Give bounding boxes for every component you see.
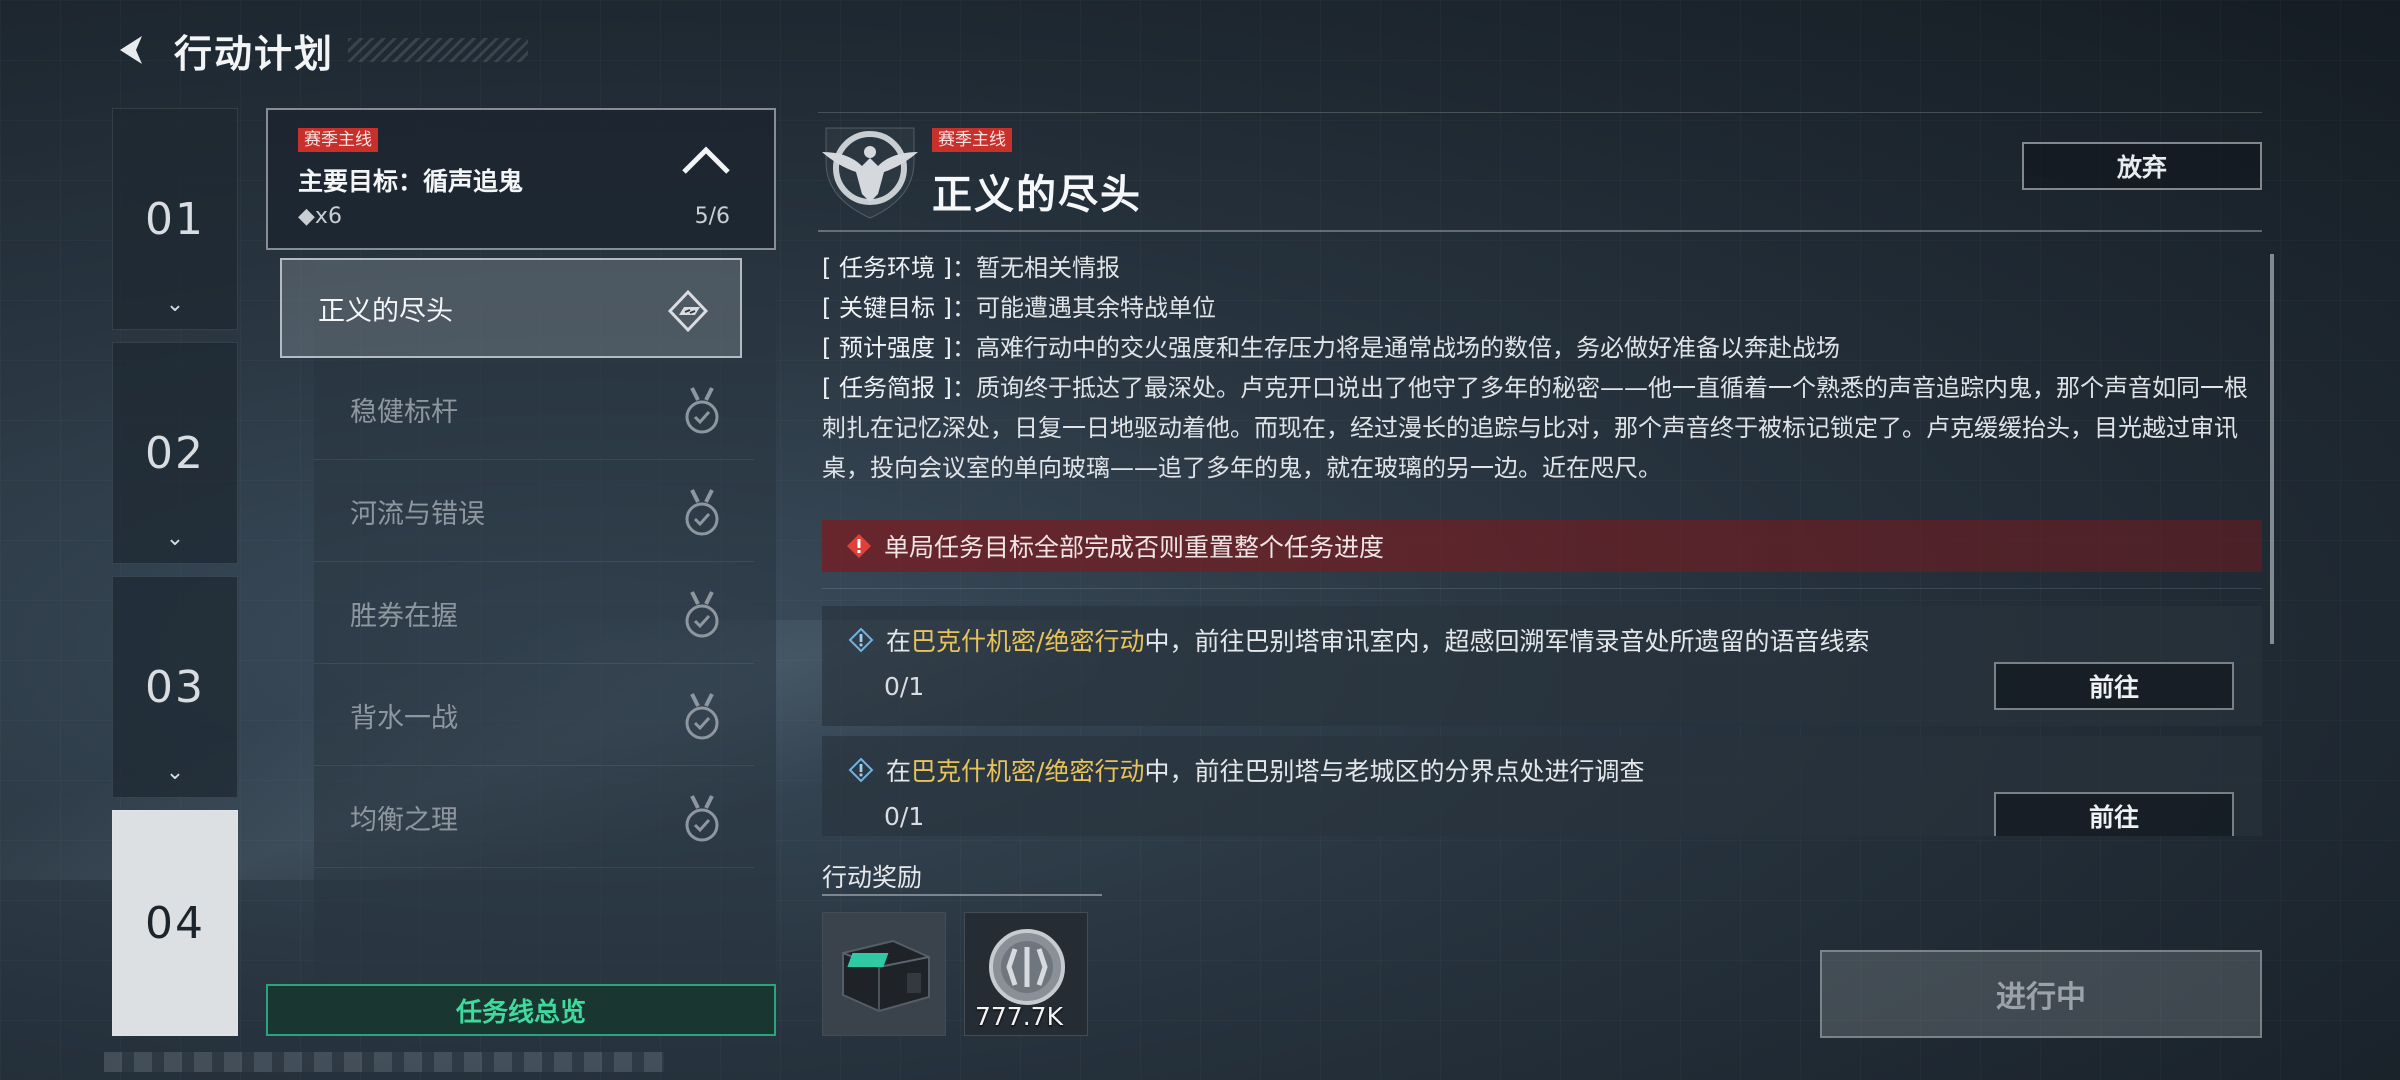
- info-row: [ 任务环境 ]：暂无相关情报: [822, 248, 2252, 288]
- chevron-down-icon: ⌄: [165, 526, 185, 551]
- divider: [822, 894, 1102, 896]
- main-goal: 主要目标：循声追鬼: [298, 167, 524, 196]
- scrollbar[interactable]: [2270, 254, 2274, 644]
- completed-medal-icon: [685, 591, 719, 638]
- footer-placeholder: [104, 1052, 664, 1072]
- chapter-tab-02[interactable]: 02 ⌄: [112, 342, 238, 564]
- info-separator: ：: [951, 374, 976, 402]
- mission-detail-panel: 赛季主线 正义的尽头 放弃 [ 任务环境 ]：暂无相关情报 [ 关键目标 ]：可…: [818, 112, 2274, 1062]
- info-diamond-icon: [848, 757, 874, 783]
- completed-medal-icon: [685, 795, 719, 842]
- info-value: 暂无相关情报: [975, 254, 1120, 282]
- task-item: 在巴克什机密/绝密行动中，前往巴别塔审讯室内，超感回溯军情录音处所遗留的语音线索…: [822, 606, 2262, 726]
- abandon-button[interactable]: 放弃: [2022, 142, 2262, 190]
- divider: [818, 112, 2262, 113]
- mission-item[interactable]: 均衡之理: [314, 768, 754, 868]
- reward-label: 行动奖励: [822, 863, 923, 892]
- diamond-count: ◆x6: [298, 204, 342, 229]
- reward-item[interactable]: 777.7K: [964, 912, 1088, 1036]
- task-count: 0/1: [884, 672, 925, 701]
- mission-item[interactable]: 胜券在握: [314, 564, 754, 664]
- task-description: 在巴克什机密/绝密行动中，前往巴别塔审讯室内，超感回溯军情录音处所遗留的语音线索: [848, 622, 1869, 658]
- mission-briefing: 质询终于抵达了最深处。卢克开口说出了他守了多年的秘密——他一直循着一个熟悉的声音…: [822, 374, 2248, 482]
- info-key: [ 预计强度 ]: [822, 334, 952, 362]
- mission-label: 正义的尽头: [318, 295, 453, 327]
- completed-medal-icon: [685, 693, 719, 740]
- warning-banner: 单局任务目标全部完成否则重置整个任务进度: [822, 520, 2262, 572]
- questline-progress: 5/6: [694, 204, 730, 229]
- chevron-up-icon[interactable]: [678, 140, 734, 180]
- chapter-tab-01[interactable]: 01 ⌄: [112, 108, 238, 330]
- info-key: [ 关键目标 ]: [822, 294, 952, 322]
- info-row: [ 关键目标 ]：可能遭遇其余特战单位: [822, 288, 2252, 328]
- task-text: 中，前往巴别塔审讯室内，超感回溯军情录音处所遗留的语音线索: [1144, 627, 1870, 656]
- in-progress-button[interactable]: 进行中: [1820, 950, 2262, 1038]
- header: 行动计划: [110, 22, 529, 78]
- info-key: [ 任务简报 ]: [822, 374, 952, 402]
- info-value: 可能遭遇其余特战单位: [975, 294, 1216, 322]
- info-separator: ：: [951, 294, 976, 322]
- chapter-tab-04[interactable]: 04: [112, 810, 238, 1036]
- mission-item[interactable]: 背水一战: [314, 666, 754, 766]
- reward-quantity: 777.7K: [975, 1002, 1063, 1031]
- in-progress-icon: [667, 289, 709, 333]
- info-separator: ：: [951, 254, 976, 282]
- mission-label: 河流与错误: [350, 499, 485, 530]
- task-description: 在巴克什机密/绝密行动中，前往巴别塔与老城区的分界点处进行调查: [848, 752, 1644, 788]
- back-arrow-icon: [120, 36, 142, 64]
- chapter-number: 03: [145, 661, 205, 713]
- task-item: 在巴克什机密/绝密行动中，前往巴别塔与老城区的分界点处进行调查 0/1 前往: [822, 736, 2262, 836]
- task-location-highlight: 巴克什机密/绝密行动: [911, 627, 1145, 656]
- back-button[interactable]: [110, 28, 154, 72]
- mission-label: 背水一战: [350, 703, 458, 734]
- completed-medal-icon: [685, 489, 719, 536]
- chevron-down-icon: ⌄: [165, 292, 185, 317]
- equipment-case-icon: [823, 913, 945, 1035]
- mission-label: 稳健标杆: [350, 397, 458, 428]
- task-list: 在巴克什机密/绝密行动中，前往巴别塔审讯室内，超感回溯军情录音处所遗留的语音线索…: [822, 606, 2262, 836]
- mission-list: 正义的尽头 稳健标杆 河流与错误 胜券在握 背水一战 均衡之理: [280, 258, 776, 980]
- mission-info: [ 任务环境 ]：暂无相关情报 [ 关键目标 ]：可能遭遇其余特战单位 [ 预计…: [822, 248, 2252, 488]
- chapter-tab-03[interactable]: 03 ⌄: [112, 576, 238, 798]
- title-decoration: [348, 38, 529, 62]
- task-location-highlight: 巴克什机密/绝密行动: [911, 757, 1145, 786]
- mission-item[interactable]: 稳健标杆: [314, 360, 754, 460]
- chapter-number: 04: [145, 897, 205, 949]
- task-text: 在: [886, 627, 912, 656]
- warning-icon: [847, 534, 871, 558]
- divider: [822, 588, 2262, 589]
- info-value: 高难行动中的交火强度和生存压力将是通常战场的数倍，务必做好准备以奔赴战场: [975, 334, 1840, 362]
- info-row: [ 预计强度 ]：高难行动中的交火强度和生存压力将是通常战场的数倍，务必做好准备…: [822, 328, 2252, 368]
- chevron-down-icon: ⌄: [165, 760, 185, 785]
- reward-item[interactable]: [822, 912, 946, 1036]
- season-main-tag: 赛季主线: [932, 128, 1012, 152]
- questline-overview-button[interactable]: 任务线总览: [266, 984, 776, 1036]
- info-separator: ：: [951, 334, 976, 362]
- page-title: 行动计划: [174, 31, 335, 76]
- task-text: 在: [886, 757, 912, 786]
- info-key: [ 任务环境 ]: [822, 254, 952, 282]
- mission-title: 正义的尽头: [932, 172, 1142, 218]
- questline-header[interactable]: 赛季主线 主要目标：循声追鬼 ◆x6 5/6: [266, 108, 776, 250]
- warning-text: 单局任务目标全部完成否则重置整个任务进度: [884, 533, 1385, 562]
- chapter-number: 02: [145, 427, 205, 479]
- task-count: 0/1: [884, 802, 925, 831]
- info-row: [ 任务简报 ]：质询终于抵达了最深处。卢克开口说出了他守了多年的秘密——他一直…: [822, 368, 2252, 488]
- mission-label: 均衡之理: [350, 805, 458, 836]
- chapter-number: 01: [145, 193, 205, 245]
- go-button[interactable]: 前往: [1994, 662, 2234, 710]
- mission-item[interactable]: 河流与错误: [314, 462, 754, 562]
- task-text: 中，前往巴别塔与老城区的分界点处进行调查: [1144, 757, 1645, 786]
- go-button[interactable]: 前往: [1994, 792, 2234, 836]
- mission-item[interactable]: 正义的尽头: [280, 258, 742, 358]
- eagle-emblem-icon: [822, 127, 918, 219]
- info-diamond-icon: [848, 627, 874, 653]
- mission-label: 胜券在握: [350, 601, 458, 632]
- season-main-tag: 赛季主线: [298, 128, 378, 152]
- completed-medal-icon: [685, 387, 719, 434]
- divider: [818, 230, 2262, 232]
